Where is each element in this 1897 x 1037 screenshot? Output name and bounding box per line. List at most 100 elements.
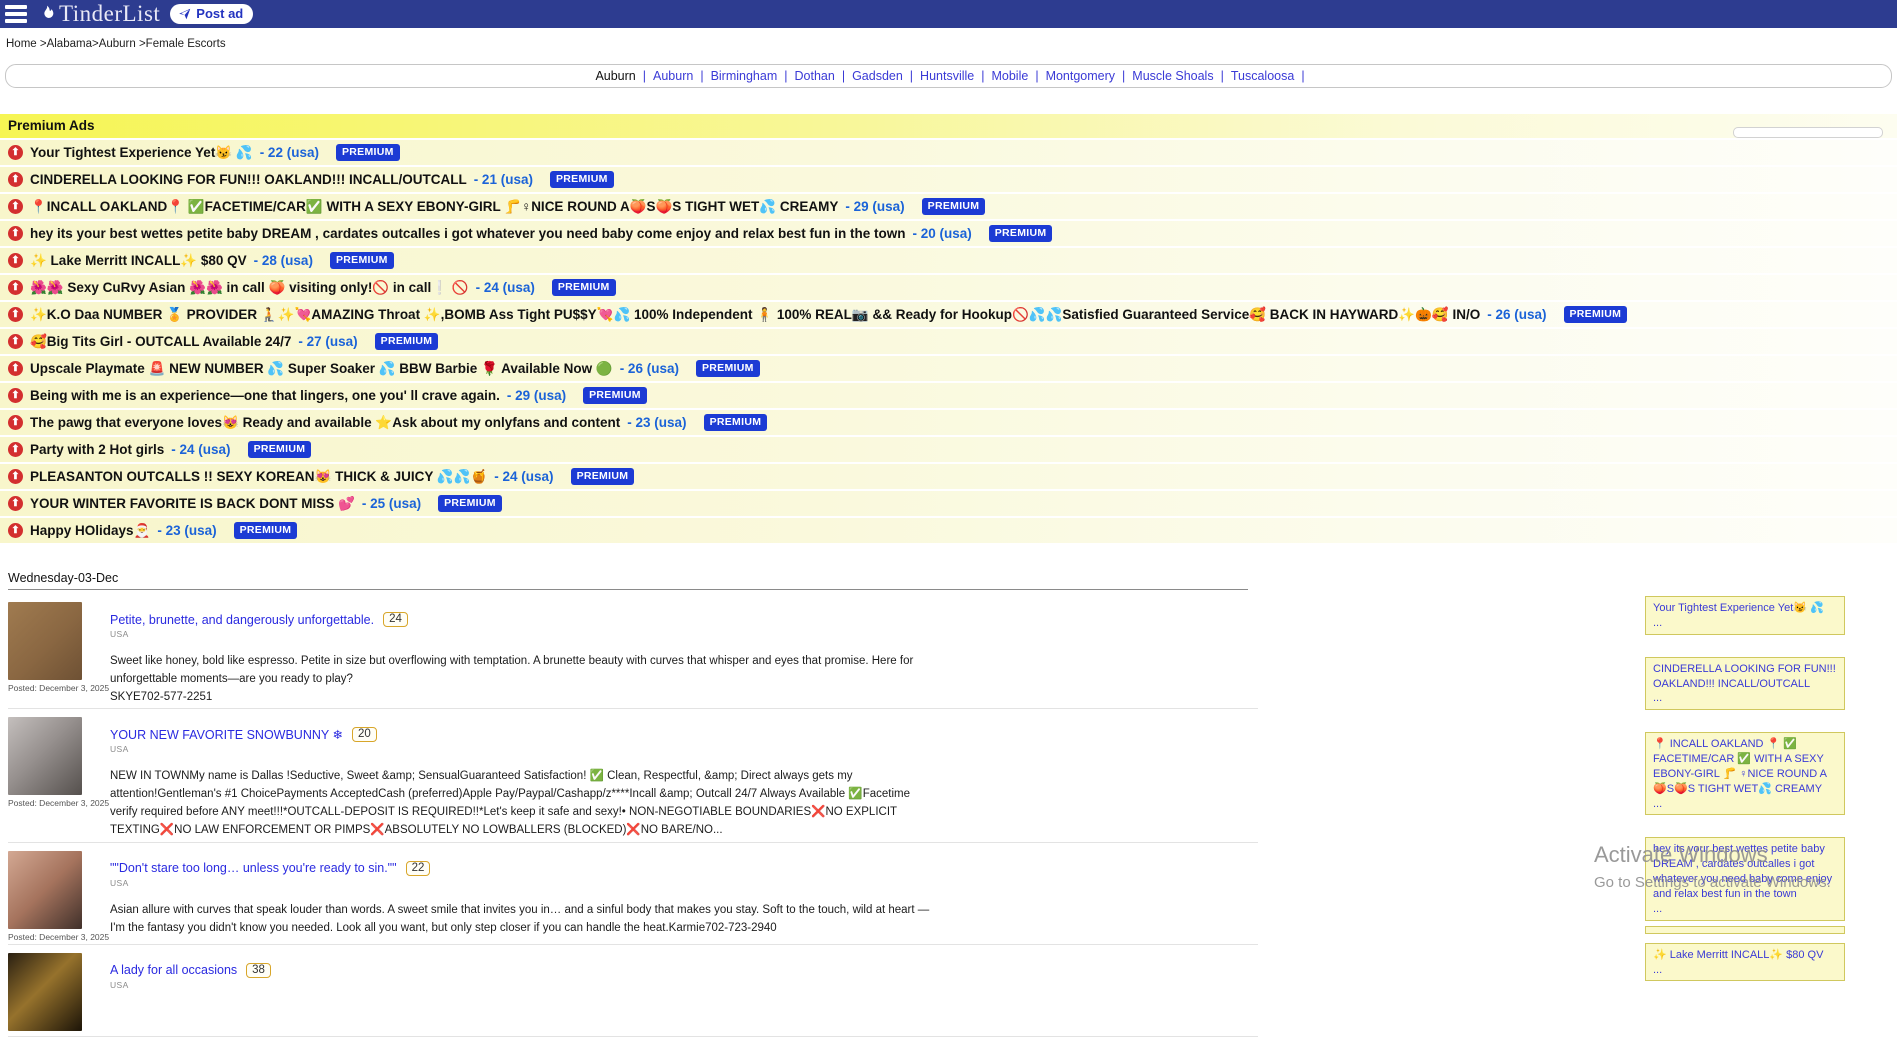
premium-ad-title[interactable]: Party with 2 Hot girls <box>30 442 164 457</box>
premium-ad-title[interactable]: YOUR WINTER FAVORITE IS BACK DONT MISS 💕 <box>30 496 355 512</box>
premium-badge[interactable]: PREMIUM <box>234 522 298 539</box>
premium-ad-row[interactable]: ⬆ ✨K.O Daa NUMBER 🏅 PROVIDER 🧎✨💘AMAZING … <box>0 302 1897 327</box>
city-link[interactable]: Montgomery <box>1046 69 1115 83</box>
premium-ad-title[interactable]: The pawg that everyone loves😻 Ready and … <box>30 415 620 431</box>
city-link[interactable]: Muscle Shoals <box>1132 69 1213 83</box>
hamburger-menu-icon[interactable] <box>5 5 27 23</box>
arrow-circle-up-icon: ⬆ <box>8 172 23 187</box>
sidebar-ad-box[interactable]: Your Tightest Experience Yet😼 💦 ... <box>1645 596 1845 635</box>
date-header: Wednesday-03-Dec <box>8 571 1258 585</box>
listing-row: Posted: December 3, 2025 YOUR NEW FAVORI… <box>8 709 1258 842</box>
listing-thumbnail[interactable] <box>8 953 82 1031</box>
premium-ad-row[interactable]: ⬆ The pawg that everyone loves😻 Ready an… <box>0 410 1897 435</box>
premium-ad-row[interactable]: ⬆ PLEASANTON OUTCALLS !! SEXY KOREAN😻 TH… <box>0 464 1897 489</box>
listing-title-link[interactable]: Petite, brunette, and dangerously unforg… <box>110 613 374 627</box>
premium-ad-title[interactable]: CINDERELLA LOOKING FOR FUN!!! OAKLAND!!!… <box>30 172 467 187</box>
premium-badge[interactable]: PREMIUM <box>552 279 616 296</box>
premium-ad-title[interactable]: 📍INCALL OAKLAND📍 ✅FACETIME/CAR✅ WITH A S… <box>30 199 838 215</box>
brand-logo[interactable]: TinderList <box>37 4 160 25</box>
listing-thumbnail[interactable] <box>8 602 82 680</box>
sidebar-ad-box[interactable]: hey its your best wettes petite baby DRE… <box>1645 837 1845 920</box>
premium-ad-title[interactable]: Being with me is an experience—one that … <box>30 388 500 403</box>
premium-ad-row[interactable]: ⬆ Party with 2 Hot girls - 24 (usa) PREM… <box>0 437 1897 462</box>
sidebar-ad-box[interactable]: CINDERELLA LOOKING FOR FUN!!! OAKLAND!!!… <box>1645 657 1845 711</box>
premium-ad-age-region: - 26 (usa) <box>1487 307 1546 322</box>
premium-ad-title[interactable]: Happy HOlidays🎅 <box>30 523 150 539</box>
premium-ad-title[interactable]: Upscale Playmate 🚨 NEW NUMBER 💦 Super So… <box>30 361 613 377</box>
empty-ad-slot-box <box>1733 127 1883 138</box>
sidebar-ad-title[interactable]: hey its your best wettes petite baby DRE… <box>1653 842 1837 901</box>
premium-badge[interactable]: PREMIUM <box>330 252 394 269</box>
city-link[interactable]: Tuscaloosa <box>1231 69 1294 83</box>
premium-badge[interactable]: PREMIUM <box>583 387 647 404</box>
premium-ad-title[interactable]: ✨K.O Daa NUMBER 🏅 PROVIDER 🧎✨💘AMAZING Th… <box>30 307 1480 323</box>
premium-ad-row[interactable]: ⬆ YOUR WINTER FAVORITE IS BACK DONT MISS… <box>0 491 1897 516</box>
premium-ad-title[interactable]: 🌺🌺 Sexy CuRvy Asian 🌺🌺 in call 🍑 visitin… <box>30 280 469 296</box>
premium-badge[interactable]: PREMIUM <box>989 225 1053 242</box>
sidebar-premium-ads: Your Tightest Experience Yet😼 💦 ... CIND… <box>1645 596 1845 981</box>
city-separator: | <box>981 69 984 83</box>
premium-ad-title[interactable]: Your Tightest Experience Yet😼 💦 <box>30 145 253 161</box>
city-link[interactable]: Auburn <box>595 69 635 83</box>
premium-ad-title[interactable]: PLEASANTON OUTCALLS !! SEXY KOREAN😻 THIC… <box>30 469 487 485</box>
premium-ad-row[interactable]: ⬆ ✨ Lake Merritt INCALL✨ $80 QV - 28 (us… <box>0 248 1897 273</box>
premium-ad-age-region: - 22 (usa) <box>260 145 319 160</box>
city-link[interactable]: Huntsville <box>920 69 974 83</box>
premium-ad-row[interactable]: ⬆ 🥰Big Tits Girl - OUTCALL Available 24/… <box>0 329 1897 354</box>
listing-title-link[interactable]: YOUR NEW FAVORITE SNOWBUNNY ❄ <box>110 727 343 742</box>
city-separator: | <box>910 69 913 83</box>
premium-badge[interactable]: PREMIUM <box>336 144 400 161</box>
premium-badge[interactable]: PREMIUM <box>922 198 986 215</box>
listing-title-link[interactable]: A lady for all occasions <box>110 963 237 977</box>
listing-thumbnail[interactable] <box>8 717 82 795</box>
premium-badge[interactable]: PREMIUM <box>1564 306 1628 323</box>
premium-badge[interactable]: PREMIUM <box>704 414 768 431</box>
post-ad-button[interactable]: Post ad <box>170 4 253 24</box>
city-link[interactable]: Auburn <box>653 69 693 83</box>
premium-ad-row[interactable]: ⬆ 📍INCALL OAKLAND📍 ✅FACETIME/CAR✅ WITH A… <box>0 194 1897 219</box>
premium-ad-title[interactable]: hey its your best wettes petite baby DRE… <box>30 226 905 241</box>
premium-ad-title[interactable]: ✨ Lake Merritt INCALL✨ $80 QV <box>30 253 247 269</box>
premium-ad-age-region: - 20 (usa) <box>912 226 971 241</box>
premium-badge[interactable]: PREMIUM <box>248 441 312 458</box>
premium-badge[interactable]: PREMIUM <box>571 468 635 485</box>
arrow-circle-up-icon: ⬆ <box>8 415 23 430</box>
listing-contact-line: SKYE702-577-2251 <box>110 689 1258 707</box>
sidebar-ad-title[interactable]: ✨ Lake Merritt INCALL✨ $80 QV <box>1653 948 1837 963</box>
premium-badge[interactable]: PREMIUM <box>438 495 502 512</box>
sidebar-ad-box[interactable]: 📍 INCALL OAKLAND 📍 ✅ FACETIME/CAR ✅ WITH… <box>1645 732 1845 815</box>
city-link[interactable]: Mobile <box>991 69 1028 83</box>
premium-ad-row[interactable]: ⬆ 🌺🌺 Sexy CuRvy Asian 🌺🌺 in call 🍑 visit… <box>0 275 1897 300</box>
premium-ad-title[interactable]: 🥰Big Tits Girl - OUTCALL Available 24/7 <box>30 334 291 350</box>
premium-ads-heading: Premium Ads <box>0 114 1897 138</box>
sidebar-ad-title[interactable]: Your Tightest Experience Yet😼 💦 <box>1653 601 1837 616</box>
city-link[interactable]: Dothan <box>795 69 835 83</box>
premium-badge[interactable]: PREMIUM <box>696 360 760 377</box>
sidebar-ad-title[interactable]: 📍 INCALL OAKLAND 📍 ✅ FACETIME/CAR ✅ WITH… <box>1653 737 1837 796</box>
city-link[interactable]: Gadsden <box>852 69 903 83</box>
city-link[interactable]: Birmingham <box>711 69 778 83</box>
sidebar-ad-box[interactable]: ✨ Lake Merritt INCALL✨ $80 QV ... <box>1645 943 1845 982</box>
premium-ad-row[interactable]: ⬆ Happy HOlidays🎅 - 23 (usa) PREMIUM <box>0 518 1897 543</box>
breadcrumb: Home >Alabama>Auburn >Female Escorts <box>0 28 1897 56</box>
premium-ad-row[interactable]: ⬆ Being with me is an experience—one tha… <box>0 383 1897 408</box>
premium-badge[interactable]: PREMIUM <box>375 333 439 350</box>
arrow-circle-up-icon: ⬆ <box>8 334 23 349</box>
sidebar-ad-title[interactable]: CINDERELLA LOOKING FOR FUN!!! OAKLAND!!!… <box>1653 662 1837 692</box>
premium-badge[interactable]: PREMIUM <box>550 171 614 188</box>
arrow-circle-up-icon: ⬆ <box>8 496 23 511</box>
premium-ad-age-region: - 29 (usa) <box>845 199 904 214</box>
premium-ad-age-region: - 25 (usa) <box>362 496 421 511</box>
sidebar-ad-ellipsis: ... <box>1653 963 1837 978</box>
listing-thumbnail[interactable] <box>8 851 82 929</box>
arrow-circle-up-icon: ⬆ <box>8 280 23 295</box>
premium-ad-row[interactable]: ⬆ Upscale Playmate 🚨 NEW NUMBER 💦 Super … <box>0 356 1897 381</box>
arrow-circle-up-icon: ⬆ <box>8 199 23 214</box>
premium-ad-row[interactable]: ⬆ hey its your best wettes petite baby D… <box>0 221 1897 246</box>
premium-ads-section: Premium Ads ⬆ Your Tightest Experience Y… <box>0 114 1897 543</box>
premium-ad-row[interactable]: ⬆ CINDERELLA LOOKING FOR FUN!!! OAKLAND!… <box>0 167 1897 192</box>
premium-ad-row[interactable]: ⬆ Your Tightest Experience Yet😼 💦 - 22 (… <box>0 140 1897 165</box>
sidebar-ad-ellipsis: ... <box>1653 902 1837 917</box>
listing-title-link[interactable]: ""Don't stare too long… unless you're re… <box>110 861 397 875</box>
sidebar-ad-box-partial[interactable] <box>1645 926 1845 934</box>
